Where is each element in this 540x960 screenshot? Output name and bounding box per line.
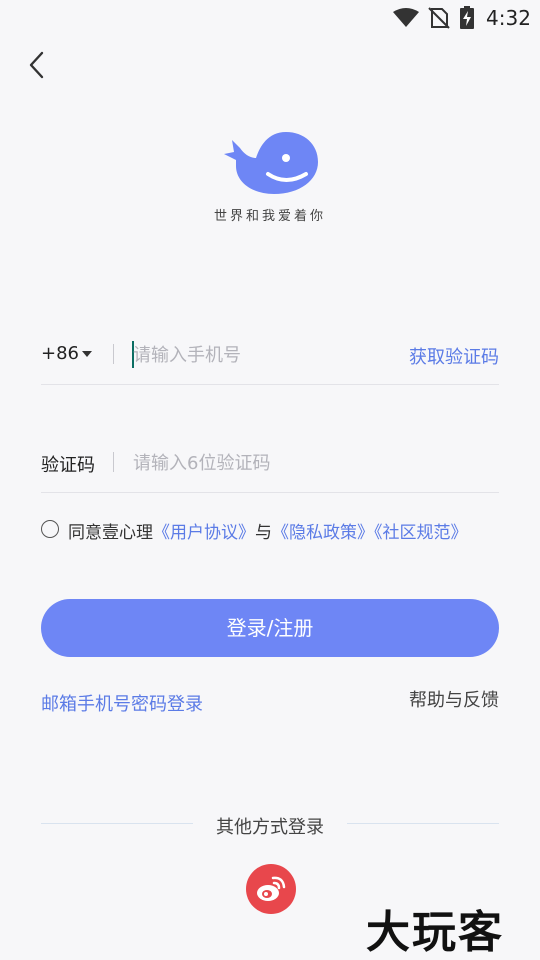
other-login-label: 其他方式登录: [216, 817, 324, 838]
separator: [113, 452, 114, 472]
country-code-select[interactable]: +86: [41, 343, 79, 364]
phone-row: +86 获取验证码: [41, 325, 499, 385]
code-row: 验证码: [41, 433, 499, 493]
email-login-link[interactable]: 邮箱手机号密码登录: [41, 690, 203, 716]
get-code-button[interactable]: 获取验证码: [409, 343, 499, 369]
no-sim-icon: [428, 7, 450, 29]
watermark: 大玩客: [366, 907, 504, 958]
weibo-icon: [257, 876, 286, 901]
agreement-and: 与: [255, 523, 272, 543]
user-agreement-link[interactable]: 《用户协议》: [153, 523, 255, 543]
wifi-icon: [393, 8, 419, 27]
weibo-login-button[interactable]: [246, 864, 296, 914]
separator: [113, 344, 114, 364]
privacy-policy-link[interactable]: 《隐私政策》: [272, 523, 374, 543]
community-rules-link[interactable]: 《社区规范》: [374, 523, 468, 543]
agree-checkbox[interactable]: [41, 520, 59, 538]
whale-logo-icon: [224, 132, 318, 194]
divider: [347, 823, 499, 824]
status-bar: 4:32: [0, 0, 540, 36]
status-time: 4:32: [486, 6, 531, 30]
agreement-text: 同意壹心理《用户协议》与《隐私政策》《社区规范》: [68, 518, 468, 543]
chevron-left-icon: [29, 51, 44, 79]
agreement-row: 同意壹心理《用户协议》与《隐私政策》《社区规范》: [41, 517, 511, 543]
battery-charging-icon: [460, 6, 474, 29]
code-input[interactable]: [133, 447, 383, 479]
login-button[interactable]: 登录/注册: [41, 599, 499, 657]
agreement-prefix: 同意壹心理: [68, 523, 153, 543]
caret-down-icon: [82, 351, 92, 357]
help-feedback-link[interactable]: 帮助与反馈: [409, 686, 499, 712]
code-label: 验证码: [41, 455, 95, 476]
slogan: 世界和我爱着你: [213, 209, 326, 224]
phone-input[interactable]: [133, 339, 383, 371]
back-button[interactable]: [22, 48, 52, 82]
